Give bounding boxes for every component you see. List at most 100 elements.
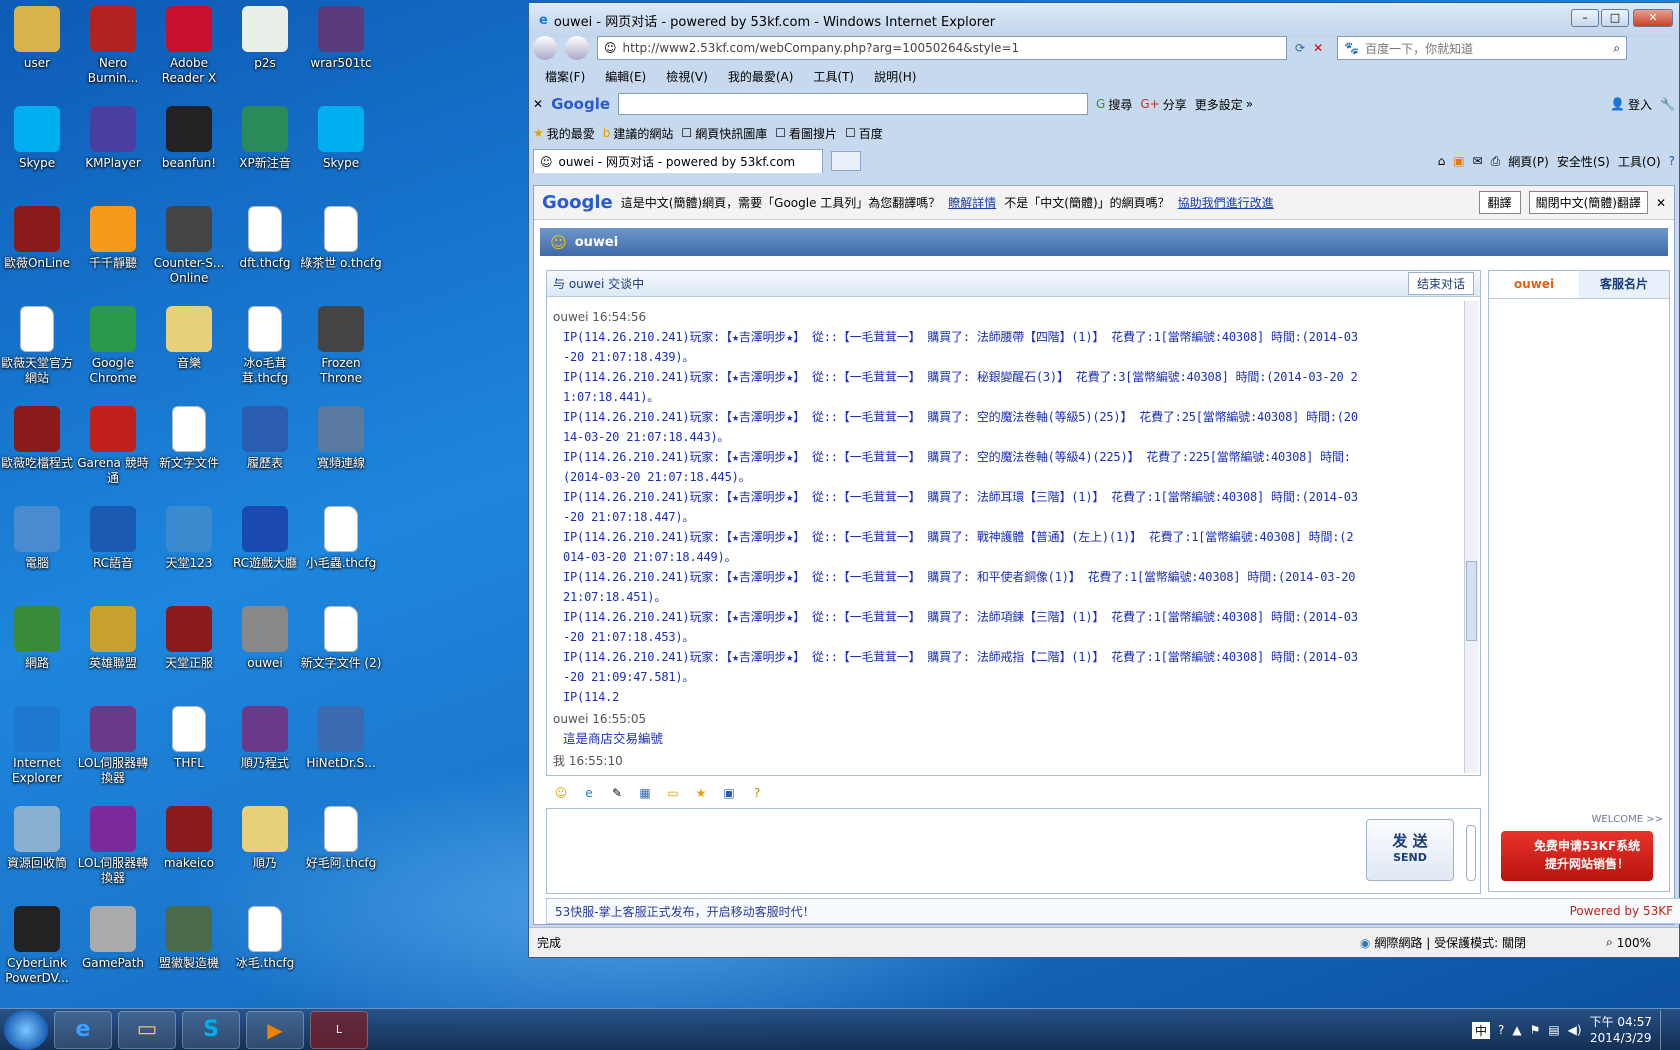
menu-edit[interactable]: 編輯(E) xyxy=(605,68,646,85)
desktop-icon[interactable]: 網路 xyxy=(0,606,78,671)
desktop-icon[interactable]: 資源回收筒 xyxy=(0,806,78,871)
clock[interactable]: 下午 04:57 2014/3/29 xyxy=(1590,1014,1652,1046)
screenshot-icon[interactable]: ▦ xyxy=(636,784,654,802)
window-titlebar[interactable]: e ouwei - 网页对话 - powered by 53kf.com - W… xyxy=(529,3,1679,37)
cmd-page[interactable]: 網頁(P) xyxy=(1508,153,1549,170)
toolbar-close-icon[interactable]: ✕ xyxy=(533,97,543,111)
volume-icon[interactable]: ◀) xyxy=(1568,1023,1582,1037)
search-box[interactable]: 🐾 百度一下，你就知道 ⌕ xyxy=(1337,36,1628,60)
suggested-sites-link[interactable]: b 建議的網站 xyxy=(603,125,674,142)
desktop-icon[interactable]: THFL xyxy=(148,706,230,771)
show-desktop-button[interactable] xyxy=(1660,1010,1670,1050)
menu-tools[interactable]: 工具(T) xyxy=(813,68,854,85)
learn-more-link[interactable]: 瞭解詳情 xyxy=(948,194,996,211)
powered-by-link[interactable]: Powered by 53KF xyxy=(1570,904,1673,918)
close-icon[interactable]: ✕ xyxy=(1656,196,1666,210)
desktop-icon[interactable]: 天堂123 xyxy=(148,506,230,571)
show-hidden-icon[interactable]: ▲ xyxy=(1512,1023,1521,1037)
desktop-icon[interactable]: Skype xyxy=(300,106,382,171)
desktop-icon[interactable]: RC遊戲大廳 xyxy=(224,506,306,571)
ime-indicator[interactable]: 中 xyxy=(1471,1021,1490,1039)
improve-link[interactable]: 協助我們進行改進 xyxy=(1178,194,1274,211)
desktop-icon[interactable]: 冰o毛茸茸.thcfg xyxy=(224,306,306,386)
zoom-level[interactable]: 100% xyxy=(1617,936,1651,950)
desktop-icon[interactable]: LOL伺服器轉換器 xyxy=(72,706,154,786)
desktop-icon[interactable]: 歐薇OnLine xyxy=(0,206,78,271)
desktop-icon[interactable]: GamePath xyxy=(72,906,154,971)
minimize-button[interactable]: – xyxy=(1571,9,1599,27)
baidu-link[interactable]: ☐ 百度 xyxy=(845,125,883,142)
desktop-icon[interactable]: 順乃程式 xyxy=(224,706,306,771)
close-button[interactable]: ✕ xyxy=(1633,9,1673,27)
taskbar-ie[interactable]: e xyxy=(54,1010,112,1049)
mail-icon[interactable]: ✉ xyxy=(1473,154,1483,168)
wrench-icon[interactable]: 🔧 xyxy=(1660,97,1675,111)
cmd-safety[interactable]: 安全性(S) xyxy=(1557,153,1610,170)
taskbar-media[interactable]: ▶ xyxy=(246,1010,304,1049)
desktop-icon[interactable]: 好毛阿.thcfg xyxy=(300,806,382,871)
promo-banner[interactable]: 免费申请53KF系统 提升网站销售！ xyxy=(1501,831,1653,881)
desktop-icon[interactable]: 新文字文件 (2) xyxy=(300,606,382,671)
back-button[interactable] xyxy=(533,36,557,60)
desktop-icon[interactable]: p2s xyxy=(224,6,306,71)
emoji-icon[interactable]: ☺ xyxy=(552,784,570,802)
desktop-icon[interactable]: HiNetDr.S... xyxy=(300,706,382,771)
end-chat-button[interactable]: 结束对话 xyxy=(1407,272,1474,295)
taskbar-explorer[interactable]: ▭ xyxy=(118,1010,176,1049)
favorites-button[interactable]: ★ 我的最愛 xyxy=(533,125,595,142)
login-button[interactable]: 👤 登入 xyxy=(1610,96,1652,113)
desktop-icon[interactable]: Google Chrome xyxy=(72,306,154,386)
print-icon[interactable]: ⎙ xyxy=(1491,154,1501,169)
desktop-icon[interactable]: Internet Explorer xyxy=(0,706,78,786)
tab-card[interactable]: 客服名片 xyxy=(1579,271,1669,298)
taskbar-skype[interactable]: S xyxy=(182,1010,240,1049)
desktop-icon[interactable]: KMPlayer xyxy=(72,106,154,171)
desktop-icon[interactable]: 歐薇吃檔程式 xyxy=(0,406,78,471)
desktop-icon[interactable]: wrar501tc xyxy=(300,6,382,71)
folder-icon[interactable]: ▭ xyxy=(664,784,682,802)
save-icon[interactable]: ▣ xyxy=(720,784,738,802)
desktop-icon[interactable]: 小毛蟲.thcfg xyxy=(300,506,382,571)
menu-view[interactable]: 檢視(V) xyxy=(666,68,708,85)
desktop-icon[interactable]: ouwei xyxy=(224,606,306,671)
help-icon[interactable]: ? xyxy=(748,784,766,802)
desktop-icon[interactable]: 綠茶世 o.thcfg xyxy=(300,206,382,271)
desktop-icon[interactable]: 天堂正服 xyxy=(148,606,230,671)
image-search-link[interactable]: ☐ 看圖搜片 xyxy=(775,125,837,142)
stop-icon[interactable]: ✕ xyxy=(1313,41,1323,55)
new-tab-button[interactable] xyxy=(831,151,861,171)
zoom-icon[interactable]: ⌕ xyxy=(1606,935,1613,950)
menu-favorites[interactable]: 我的最愛(A) xyxy=(728,68,794,85)
send-button[interactable]: 发 送 SEND xyxy=(1366,819,1454,881)
share-button[interactable]: G+ 分享 xyxy=(1140,96,1186,113)
feeds-icon[interactable]: ▣ xyxy=(1453,154,1464,168)
help-icon[interactable]: ? xyxy=(1498,1023,1504,1037)
desktop-icon[interactable]: makeico xyxy=(148,806,230,871)
network-icon[interactable]: ▤ xyxy=(1548,1023,1559,1037)
desktop-icon[interactable]: 新文字文件 xyxy=(148,406,230,471)
message-input[interactable]: 发 送 SEND xyxy=(546,808,1481,894)
home-icon[interactable]: ⌂ xyxy=(1438,154,1446,168)
desktop-icon[interactable]: beanfun! xyxy=(148,106,230,171)
desktop-icon[interactable]: user xyxy=(0,6,78,71)
star-icon[interactable]: ★ xyxy=(692,784,710,802)
desktop-icon[interactable]: Skype xyxy=(0,106,78,171)
desktop-icon[interactable]: 音樂 xyxy=(148,306,230,371)
desktop-icon[interactable]: CyberLink PowerDV... xyxy=(0,906,78,986)
forward-button[interactable] xyxy=(565,36,589,60)
desktop-icon[interactable]: 千千靜聽 xyxy=(72,206,154,271)
help-icon[interactable]: ? xyxy=(1669,154,1675,168)
web-slice-link[interactable]: ☐ 網頁快訊圖庫 xyxy=(681,125,767,142)
pencil-icon[interactable]: ✎ xyxy=(608,784,626,802)
translate-button[interactable]: 翻譯 xyxy=(1478,191,1521,214)
flag-icon[interactable]: ⚑ xyxy=(1530,1023,1541,1037)
desktop-icon[interactable]: 英雄聯盟 xyxy=(72,606,154,671)
desktop-icon[interactable]: 冰毛.thcfg xyxy=(224,906,306,971)
more-settings-button[interactable]: 更多設定» xyxy=(1195,96,1253,113)
menu-help[interactable]: 說明(H) xyxy=(874,68,916,85)
desktop-icon[interactable]: 履歷表 xyxy=(224,406,306,471)
mobile-note-link[interactable]: 53快服-掌上客服正式发布，开启移动客服时代！ xyxy=(555,903,815,920)
desktop-icon[interactable]: Nero Burnin... xyxy=(72,6,154,86)
menu-file[interactable]: 檔案(F) xyxy=(545,68,585,85)
tab-agent[interactable]: ouwei xyxy=(1489,271,1579,298)
